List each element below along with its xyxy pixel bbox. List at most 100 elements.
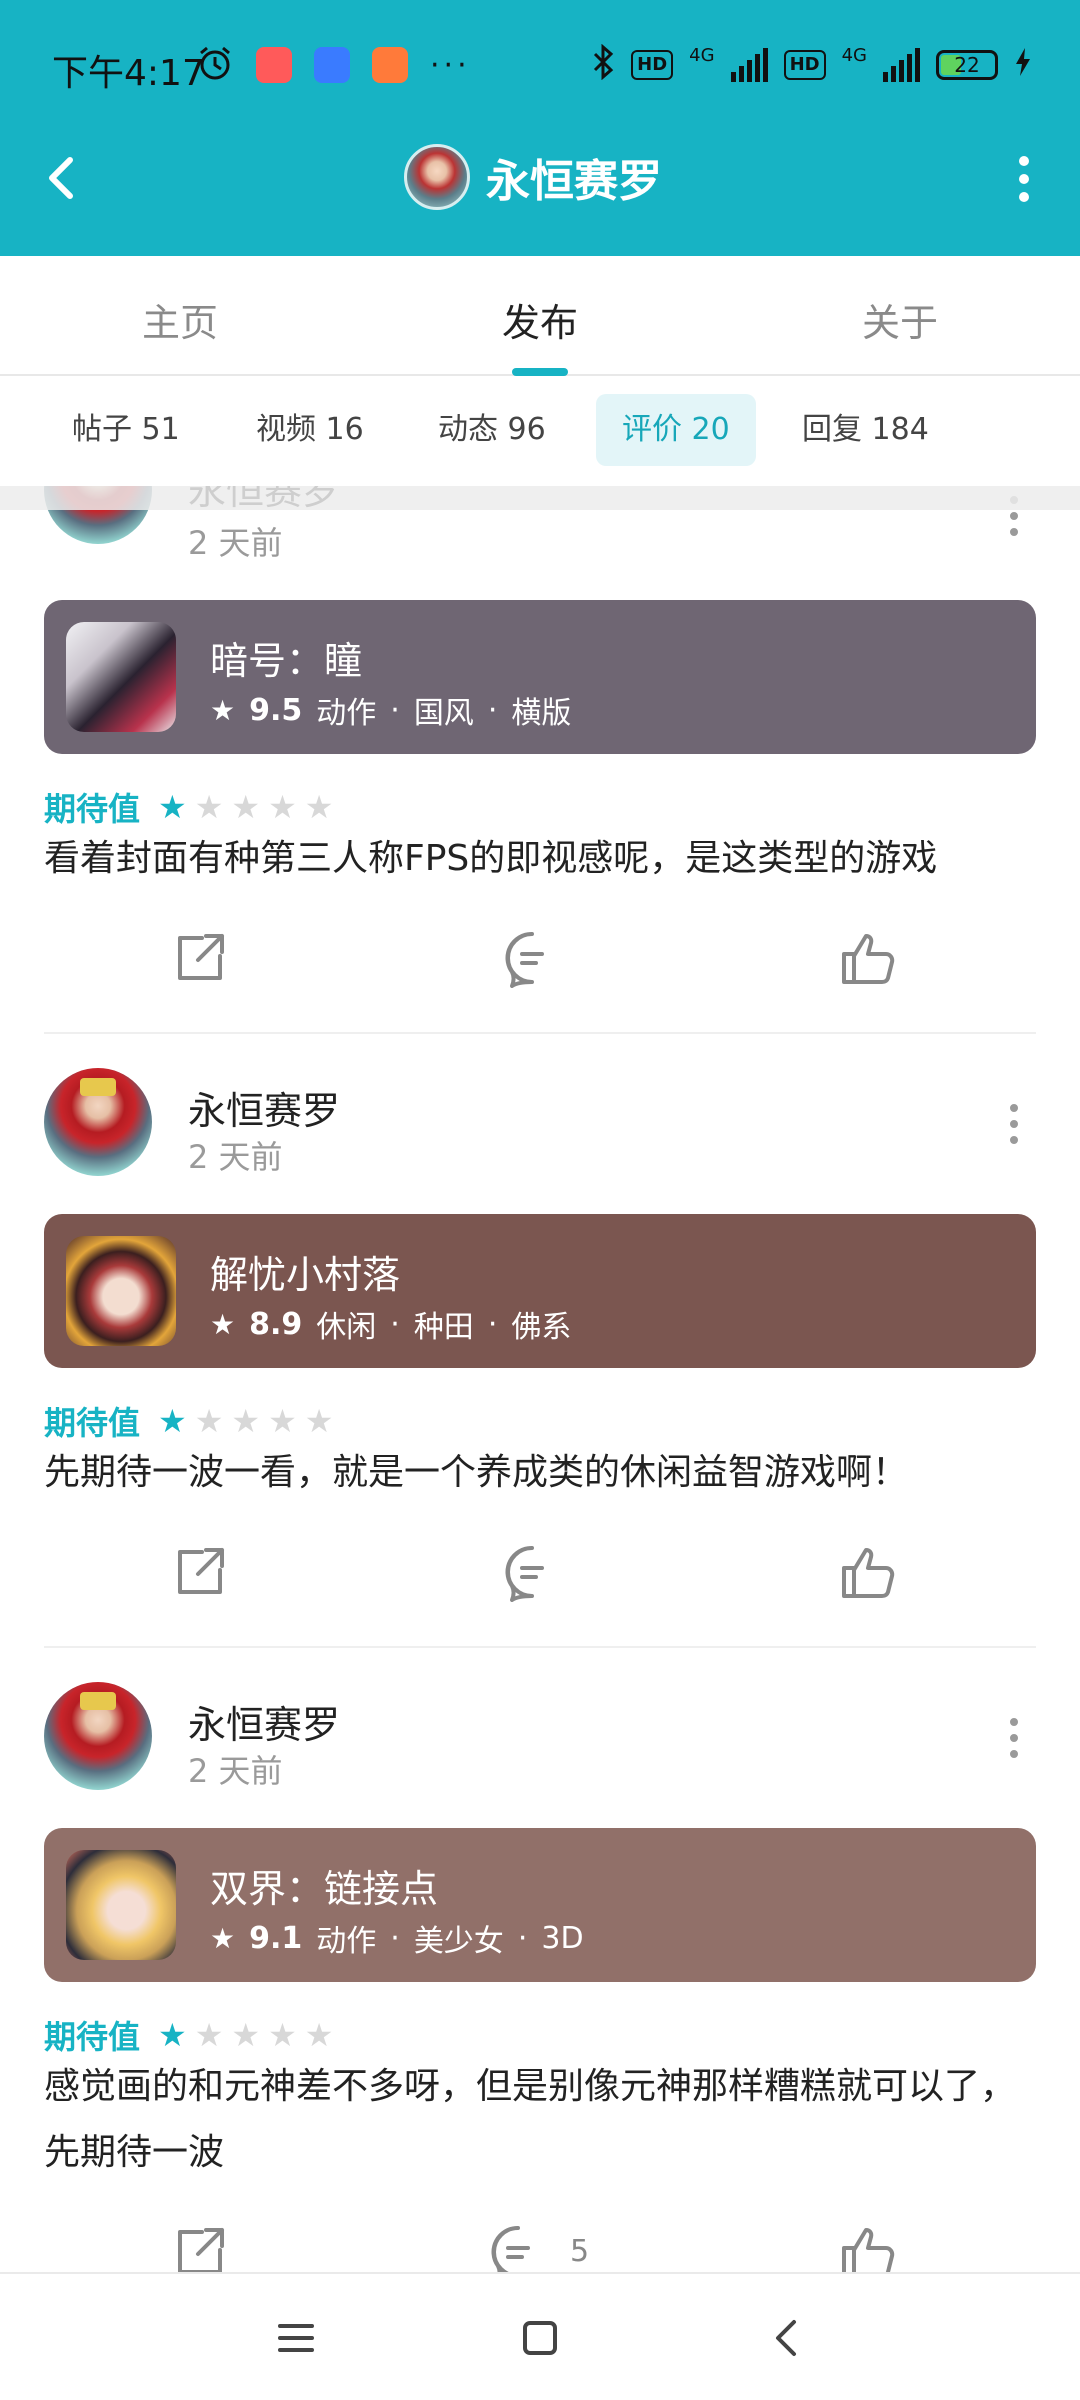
star-icon: ★ <box>268 2016 297 2054</box>
game-tag: 国风 <box>413 696 474 731</box>
expectation-rating: 期待值 ★ ★ ★ ★ ★ <box>44 1398 333 1444</box>
comment-icon <box>505 931 544 988</box>
review-feed[interactable]: 永恒赛罗 2 天前 暗号：瞳 ★ 9.5 动作 · 国风 · 横版 期待值 ★ … <box>0 486 1080 2272</box>
game-name: 双界：链接点 <box>210 1867 439 1911</box>
subtab-threads[interactable]: 帖子 51 <box>46 394 206 466</box>
review-text[interactable]: 先期待一波一看，就是一个养成类的休闲益智游戏啊！ <box>44 1440 1044 1506</box>
post-more-button[interactable] <box>1010 1104 1020 1144</box>
recents-button[interactable] <box>272 2314 320 2362</box>
tab-posts[interactable]: 发布 <box>502 292 578 347</box>
star-icon: ★ <box>304 1402 334 1440</box>
game-tag: 美少女 <box>413 1924 504 1959</box>
star-icon: ★ <box>210 693 236 727</box>
kuaishou-app-icon <box>256 47 292 83</box>
home-button[interactable] <box>516 2314 564 2362</box>
star-icon: ★ <box>158 2016 187 2054</box>
post-time: 2 天前 <box>188 1138 283 1176</box>
share-icon <box>178 2228 224 2272</box>
network-label-2: 4G <box>841 44 867 66</box>
subtab-moments[interactable]: 动态 96 <box>412 394 572 466</box>
star-icon: ★ <box>231 788 261 826</box>
game-name: 解忧小村落 <box>210 1253 401 1297</box>
review-text[interactable]: 看着封面有种第三人称FPS的即视感呢，是这类型的游戏 <box>44 826 1044 892</box>
subtab-replies[interactable]: 回复 184 <box>776 394 955 466</box>
game-card[interactable]: 解忧小村落 ★ 8.9 休闲 · 种田 · 佛系 <box>44 1214 1036 1368</box>
game-name: 暗号：瞳 <box>210 639 363 683</box>
game-score: 8.9 <box>249 1306 303 1342</box>
game-meta: ★ 8.9 休闲 · 种田 · 佛系 <box>210 1302 571 1346</box>
game-tag: 动作 <box>316 1924 377 1959</box>
system-nav-bar <box>0 2272 1080 2400</box>
post-time: 2 天前 <box>188 524 283 562</box>
battery-icon: 22 <box>936 50 998 80</box>
like-button[interactable] <box>838 928 898 988</box>
signal-icon-2 <box>883 48 920 82</box>
game-tag: 3D <box>541 1920 584 1956</box>
share-button[interactable] <box>170 2222 230 2272</box>
star-icon: ★ <box>158 1402 187 1440</box>
star-icon: ★ <box>194 2016 224 2054</box>
status-right: HD 4G HD 4G 22 <box>591 43 1032 86</box>
post-more-button[interactable] <box>1010 1718 1020 1758</box>
like-button[interactable] <box>838 2222 898 2272</box>
author-name[interactable]: 永恒赛罗 <box>188 1694 340 1749</box>
review-text[interactable]: 感觉画的和元神差不多呀，但是别像元神那样糟糕就可以了，先期待一波 <box>44 2054 1044 2186</box>
tag-separator: · <box>487 1306 498 1342</box>
header-avatar[interactable] <box>404 144 470 210</box>
author-name[interactable]: 永恒赛罗 <box>188 1080 340 1135</box>
thumbs-up-icon <box>842 2228 895 2272</box>
status-time: 下午4:17 <box>52 53 205 94</box>
expectation-label: 期待值 <box>44 2018 141 2056</box>
home-square-icon <box>523 2321 557 2355</box>
star-icon: ★ <box>194 788 224 826</box>
share-button[interactable] <box>170 928 230 988</box>
page-title: 永恒赛罗 <box>486 156 662 207</box>
tab-about[interactable]: 关于 <box>862 292 938 347</box>
more-options-button[interactable] <box>1014 156 1034 202</box>
game-card[interactable]: 双界：链接点 ★ 9.1 动作 · 美少女 · 3D <box>44 1828 1036 1982</box>
star-icon: ★ <box>304 2016 334 2054</box>
expectation-label: 期待值 <box>44 790 141 828</box>
bluetooth-icon <box>591 43 615 86</box>
blue-app-icon <box>314 47 350 83</box>
game-tag: 横版 <box>511 696 572 731</box>
like-button[interactable] <box>838 1542 898 1602</box>
star-icon: ★ <box>210 1921 236 1955</box>
subtab-reviews[interactable]: 评价 20 <box>596 394 756 466</box>
star-icon: ★ <box>268 788 297 826</box>
game-icon <box>66 1236 176 1346</box>
game-icon <box>66 622 176 732</box>
star-icon: ★ <box>194 1402 224 1440</box>
divider <box>44 1032 1036 1034</box>
avatar[interactable] <box>44 1068 152 1176</box>
comment-button[interactable] <box>502 1542 562 1602</box>
tab-home[interactable]: 主页 <box>142 292 218 347</box>
system-back-button[interactable] <box>764 2314 812 2362</box>
signal-icon <box>730 48 768 82</box>
tag-separator: · <box>487 692 498 728</box>
status-app-icons: ··· <box>196 44 471 86</box>
network-label: 4G <box>689 44 715 66</box>
game-card[interactable]: 暗号：瞳 ★ 9.5 动作 · 国风 · 横版 <box>44 600 1036 754</box>
back-button[interactable] <box>40 148 84 208</box>
chevron-left-icon <box>49 157 73 199</box>
post-time: 2 天前 <box>188 1752 283 1790</box>
star-icon: ★ <box>304 788 334 826</box>
menu-icon <box>278 2324 314 2352</box>
hd-badge-2: HD <box>783 50 826 80</box>
game-tag: 佛系 <box>511 1310 572 1345</box>
star-icon: ★ <box>231 1402 261 1440</box>
comment-count: 5 <box>570 2234 590 2269</box>
comment-button[interactable] <box>502 928 562 988</box>
game-tag: 种田 <box>413 1310 474 1345</box>
comment-button[interactable] <box>488 2222 548 2272</box>
more-notifications-icon: ··· <box>430 47 471 83</box>
star-icon: ★ <box>210 1307 236 1341</box>
chevron-left-icon <box>776 2320 796 2356</box>
avatar[interactable] <box>44 1682 152 1790</box>
share-button[interactable] <box>170 1542 230 1602</box>
thumbs-up-icon <box>842 934 895 984</box>
subtab-videos[interactable]: 视频 16 <box>230 394 390 466</box>
game-meta: ★ 9.5 动作 · 国风 · 横版 <box>210 688 571 732</box>
hd-badge: HD <box>631 50 674 80</box>
